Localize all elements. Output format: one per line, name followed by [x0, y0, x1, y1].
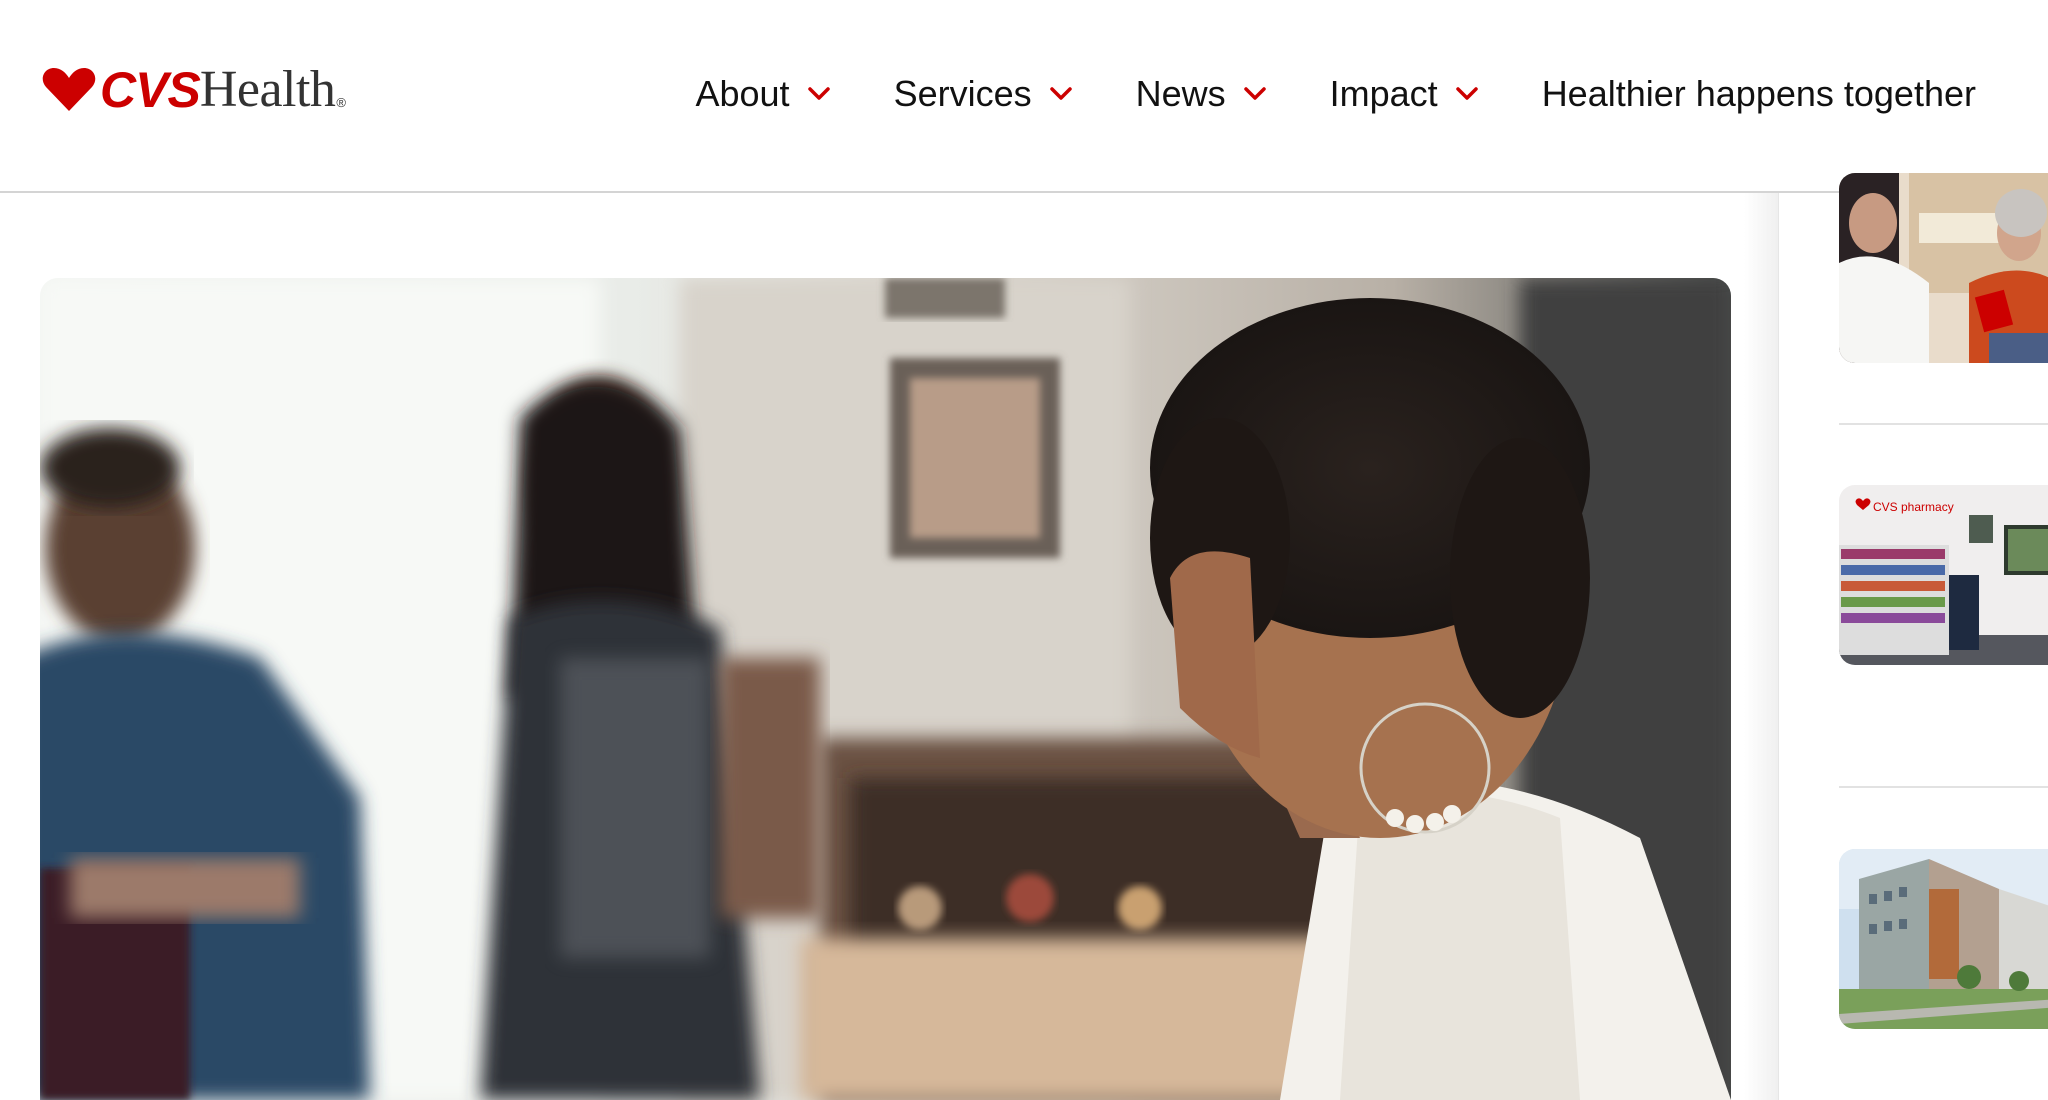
chevron-down-icon	[1049, 87, 1072, 100]
nav-item-label: About	[695, 73, 790, 114]
nav-item-label: Impact	[1329, 73, 1438, 114]
story-thumbnail[interactable]	[1839, 849, 2048, 1029]
nav-item-label: Services	[893, 73, 1032, 114]
heart-icon	[42, 68, 96, 111]
nav-item-about[interactable]: About	[695, 73, 830, 115]
site-header: CVS Health ® About Services News Impact …	[0, 0, 2048, 193]
nav-item-label: News	[1135, 73, 1226, 114]
sidebar-shadow	[1744, 193, 1780, 1100]
cvs-pharmacy-sign: CVS pharmacy	[1873, 500, 1954, 514]
nav-item-label: Healthier happens together	[1541, 73, 1976, 114]
logo-brand-text: CVS	[100, 62, 201, 118]
cvs-health-logo[interactable]: CVS Health ®	[42, 62, 346, 118]
related-stories-sidebar: CVS pharmacy	[1778, 173, 2048, 1100]
nav-item-impact[interactable]: Impact	[1330, 73, 1478, 115]
story-thumbnail[interactable]	[1839, 173, 2048, 363]
logo-registered-mark: ®	[336, 95, 347, 110]
main-navigation: About Services News Impact Healthier hap…	[695, 66, 1976, 122]
chevron-down-icon	[1243, 87, 1266, 100]
nav-item-healthier-happens-together[interactable]: Healthier happens together	[1542, 73, 1976, 115]
hero-image[interactable]	[40, 278, 1731, 1100]
sidebar-divider	[1839, 423, 2048, 425]
chevron-down-icon	[1455, 87, 1478, 100]
chevron-down-icon	[807, 87, 830, 100]
nav-item-news[interactable]: News	[1136, 73, 1266, 115]
sidebar-divider	[1839, 786, 2048, 788]
story-thumbnail[interactable]: CVS pharmacy	[1839, 485, 2048, 665]
nav-item-services[interactable]: Services	[894, 73, 1072, 115]
logo-suffix-text: Health	[199, 61, 336, 118]
